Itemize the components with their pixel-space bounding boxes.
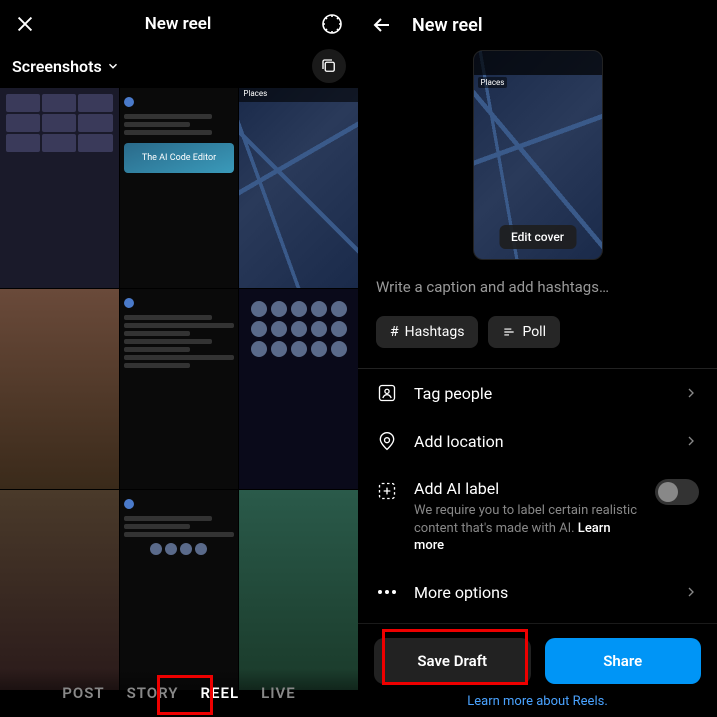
ai-label-option[interactable]: Add AI label We require you to label cer… bbox=[358, 465, 717, 569]
left-title: New reel bbox=[145, 14, 212, 34]
gallery-tile[interactable]: The AI Code Editor bbox=[120, 88, 239, 288]
add-location-label: Add location bbox=[414, 432, 667, 451]
tab-live[interactable]: LIVE bbox=[261, 684, 296, 702]
sparkle-icon bbox=[376, 481, 398, 501]
chevron-right-icon bbox=[683, 584, 699, 600]
right-title: New reel bbox=[412, 15, 483, 36]
bottom-bar: Save Draft Share Learn more about Reels. bbox=[358, 623, 717, 717]
hashtags-chip-label: Hashtags bbox=[405, 324, 465, 340]
poll-chip[interactable]: Poll bbox=[488, 316, 560, 348]
chip-row: # Hashtags Poll bbox=[358, 316, 717, 368]
cover-preview[interactable]: Places Edit cover bbox=[473, 50, 603, 260]
gallery-tile[interactable] bbox=[120, 490, 239, 690]
chevron-down-icon bbox=[106, 59, 120, 73]
multi-select-icon bbox=[320, 57, 338, 75]
poll-chip-label: Poll bbox=[522, 324, 546, 340]
gallery-tile[interactable] bbox=[0, 88, 119, 288]
tab-post[interactable]: POST bbox=[62, 684, 104, 702]
right-header: New reel bbox=[358, 0, 717, 50]
ai-label-title: Add AI label bbox=[414, 479, 639, 498]
save-draft-button[interactable]: Save Draft bbox=[374, 638, 531, 684]
cover-top-bar bbox=[474, 51, 602, 75]
gallery-tile[interactable] bbox=[239, 490, 358, 690]
code-editor-thumb: The AI Code Editor bbox=[124, 143, 235, 173]
more-options[interactable]: More options bbox=[358, 569, 717, 616]
left-header: New reel bbox=[0, 0, 358, 48]
cover-area: Places Edit cover bbox=[358, 50, 717, 278]
ai-label-subtitle: We require you to label certain realisti… bbox=[414, 502, 639, 555]
tag-people-option[interactable]: Tag people bbox=[358, 369, 717, 417]
tab-reel[interactable]: REEL bbox=[201, 684, 240, 702]
hash-icon: # bbox=[390, 324, 399, 340]
album-name: Screenshots bbox=[12, 57, 102, 76]
create-mode-tabs: POST STORY REEL LIVE bbox=[0, 669, 358, 717]
tag-people-label: Tag people bbox=[414, 384, 667, 403]
caption-input[interactable]: Write a caption and add hashtags… bbox=[358, 278, 717, 316]
person-icon bbox=[376, 383, 398, 403]
chevron-right-icon bbox=[683, 385, 699, 401]
album-picker[interactable]: Screenshots bbox=[12, 57, 120, 76]
learn-more-reels-link[interactable]: Learn more about Reels. bbox=[374, 684, 701, 709]
cover-places-label: Places bbox=[478, 77, 508, 88]
location-icon bbox=[376, 431, 398, 451]
settings-icon[interactable] bbox=[320, 12, 344, 36]
more-options-label: More options bbox=[414, 583, 667, 602]
gallery-tile[interactable] bbox=[0, 289, 119, 489]
poll-icon bbox=[502, 325, 516, 339]
chevron-right-icon bbox=[683, 433, 699, 449]
reel-media-picker-pane: New reel Screenshots The AI Code Editor … bbox=[0, 0, 358, 717]
more-icon bbox=[376, 589, 398, 595]
gallery-grid: The AI Code Editor Places bbox=[0, 88, 358, 717]
left-subheader: Screenshots bbox=[0, 48, 358, 88]
edit-cover-button[interactable]: Edit cover bbox=[499, 225, 576, 249]
gallery-tile[interactable] bbox=[0, 490, 119, 690]
gallery-tile[interactable]: Places bbox=[239, 88, 358, 288]
back-icon[interactable] bbox=[370, 13, 394, 37]
gallery-tile[interactable] bbox=[120, 289, 239, 489]
reel-compose-pane: New reel Places Edit cover Write a capti… bbox=[358, 0, 717, 717]
places-label: Places bbox=[239, 88, 358, 102]
ai-label-toggle[interactable] bbox=[655, 479, 699, 505]
add-location-option[interactable]: Add location bbox=[358, 417, 717, 465]
multi-select-toggle[interactable] bbox=[312, 49, 346, 83]
tab-story[interactable]: STORY bbox=[127, 684, 179, 702]
share-button[interactable]: Share bbox=[545, 638, 702, 684]
close-icon[interactable] bbox=[14, 13, 36, 35]
gallery-tile[interactable] bbox=[239, 289, 358, 489]
hashtags-chip[interactable]: # Hashtags bbox=[376, 316, 478, 348]
